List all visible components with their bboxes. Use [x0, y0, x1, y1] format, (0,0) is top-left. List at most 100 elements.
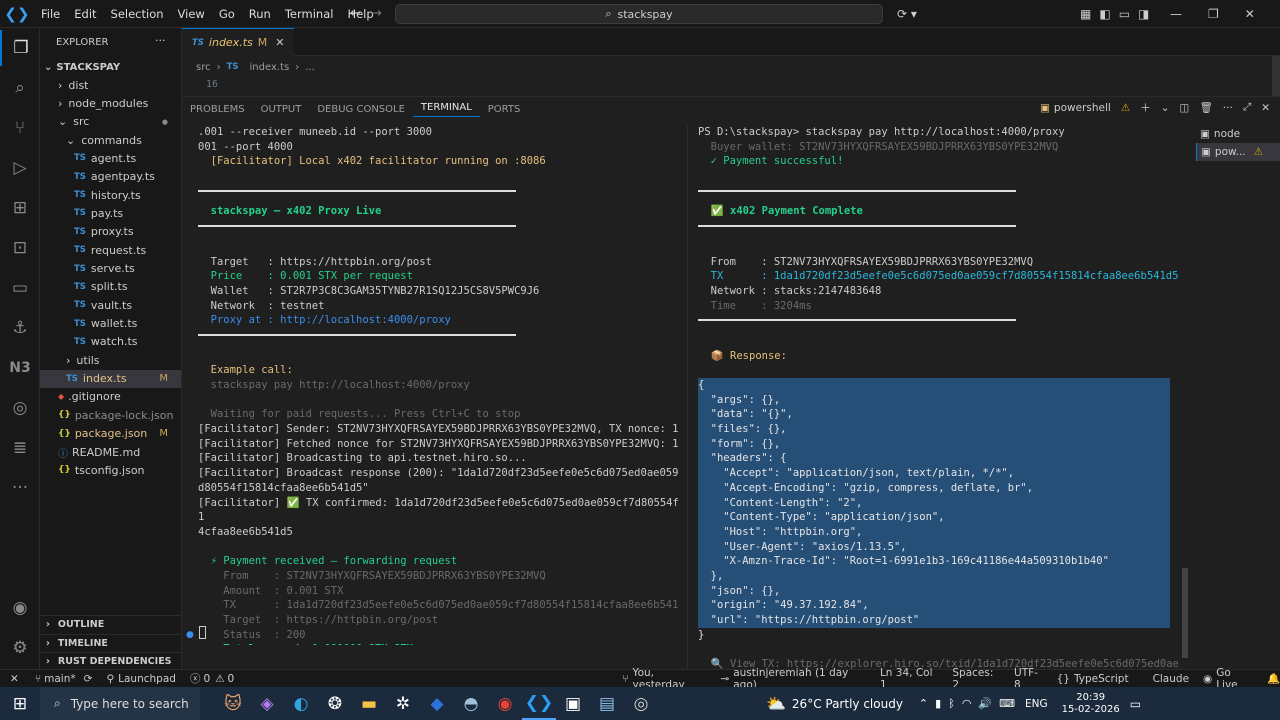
menu-view[interactable]: View	[171, 7, 212, 21]
network-icon[interactable]: ◠	[962, 697, 972, 710]
file-tree-item[interactable]: {} package-lock.json	[40, 406, 181, 424]
file-tree-item[interactable]: TS wallet.ts	[40, 315, 181, 333]
steam-icon[interactable]: ◓	[454, 687, 488, 720]
windows-start-icon[interactable]: ⊞	[0, 687, 40, 720]
copilot-icon[interactable]: ⟳ ▾	[897, 7, 917, 21]
section-rust-dependencies[interactable]: › RUST DEPENDENCIES	[40, 652, 181, 669]
split-terminal-icon[interactable]: ◫	[1180, 102, 1190, 114]
terminal-left[interactable]: .001 --receiver muneeb.id --port 3000 001…	[198, 125, 678, 645]
remote-explorer-icon[interactable]: ⊡	[0, 230, 40, 266]
minimize-icon[interactable]: —	[1170, 7, 1182, 21]
bell-icon[interactable]: 🔔	[1267, 672, 1280, 685]
workspace-root[interactable]: ⌄ STACKSPAY	[40, 58, 181, 76]
customize-layout-icon[interactable]: ▦	[1080, 7, 1091, 21]
menu-go[interactable]: Go	[212, 7, 242, 21]
run-debug-icon[interactable]: ▷	[0, 150, 40, 186]
terminal-list-item[interactable]: ▣ pow... ⚠	[1196, 143, 1280, 161]
shell-label[interactable]: powershell	[1054, 102, 1111, 114]
forward-icon[interactable]: →	[371, 6, 382, 21]
error-count[interactable]: 0	[203, 673, 210, 685]
folder-icon[interactable]: ▭	[0, 270, 40, 306]
close-tab-icon[interactable]: ✕	[275, 36, 284, 49]
editor-scrollbar[interactable]	[1272, 56, 1280, 96]
file-tree-item[interactable]: TS watch.ts	[40, 333, 181, 351]
file-explorer-icon[interactable]: ▬	[352, 687, 386, 720]
claude-label[interactable]: Claude	[1153, 673, 1189, 685]
launchpad-label[interactable]: Launchpad	[118, 673, 176, 685]
terminal-list-item[interactable]: ▣ node	[1196, 125, 1280, 143]
explorer-icon[interactable]: ❐	[0, 30, 40, 66]
app-blue-icon[interactable]: ◆	[420, 687, 454, 720]
file-tree-item[interactable]: {} package.json M	[40, 425, 181, 443]
menu-terminal[interactable]: Terminal	[278, 7, 341, 21]
tab-problems[interactable]: PROBLEMS	[182, 104, 253, 115]
chrome-icon[interactable]: ◉	[488, 687, 522, 720]
menu-selection[interactable]: Selection	[104, 7, 171, 21]
file-tree-item[interactable]: ◆ .gitignore	[40, 388, 181, 406]
chevron-down-icon[interactable]: ⌄	[1161, 102, 1170, 114]
github-icon[interactable]: ◎	[0, 390, 40, 426]
file-tree-item[interactable]: TS agent.ts	[40, 149, 181, 167]
back-icon[interactable]: ←	[350, 6, 361, 21]
tab-terminal[interactable]: TERMINAL	[412, 102, 480, 117]
warning-count[interactable]: 0	[228, 673, 235, 685]
chatgpt-icon[interactable]: ❂	[318, 687, 352, 720]
file-tree-item[interactable]: ⌄ commands	[40, 131, 181, 149]
file-tree-item[interactable]: TS serve.ts	[40, 260, 181, 278]
weather[interactable]: 26°C Partly cloudy	[792, 697, 903, 711]
terminal-right[interactable]: PS D:\stackspay> stackspay pay http://lo…	[698, 125, 1178, 669]
tab-index-ts[interactable]: TS index.ts M ✕	[182, 28, 295, 56]
file-tree-item[interactable]: TS agentpay.ts	[40, 168, 181, 186]
file-tree-item[interactable]: › dist	[40, 76, 181, 94]
n3-icon[interactable]: N3	[0, 350, 40, 386]
file-tree-item[interactable]: ⓘ README.md	[40, 443, 181, 461]
volume-icon[interactable]: 🔊	[978, 697, 992, 710]
file-tree-item[interactable]: TS history.ts	[40, 186, 181, 204]
menu-run[interactable]: Run	[242, 7, 278, 21]
settings-gear-icon[interactable]: ⚙	[0, 630, 40, 666]
close-window-icon[interactable]: ✕	[1245, 7, 1255, 21]
file-tree-item[interactable]: TS proxy.ts	[40, 223, 181, 241]
terminal-scrollbar[interactable]	[1182, 568, 1188, 658]
notepad-icon[interactable]: ▤	[590, 687, 624, 720]
new-terminal-icon[interactable]: ＋	[1140, 100, 1151, 115]
menu-edit[interactable]: Edit	[67, 7, 103, 21]
trash-icon[interactable]: 🗑	[1199, 101, 1212, 114]
maximize-icon[interactable]: ❐	[1208, 7, 1219, 21]
more-icon[interactable]: ···	[0, 470, 40, 506]
extensions-icon[interactable]: ⊞	[0, 190, 40, 226]
explorer-more-icon[interactable]: ···	[155, 34, 166, 47]
battery-icon[interactable]: ▮	[935, 697, 941, 710]
remote-icon[interactable]: ✕	[0, 673, 29, 685]
command-center-search[interactable]: ⌕ stackspay	[395, 4, 883, 24]
obs-icon[interactable]: ◎	[624, 687, 658, 720]
file-tree-item[interactable]: › node_modules	[40, 94, 181, 112]
vscode-taskbar-icon[interactable]: ❮❯	[522, 687, 556, 720]
tab-debug-console[interactable]: DEBUG CONSOLE	[309, 104, 413, 115]
toggle-panel-icon[interactable]: ▭	[1119, 7, 1130, 21]
file-tree-item[interactable]: TS index.ts M	[40, 369, 181, 388]
copilot-app-icon[interactable]: ◈	[250, 687, 284, 720]
maximize-panel-icon[interactable]: ⤢	[1243, 101, 1251, 114]
database-icon[interactable]: ≣	[0, 430, 40, 466]
tab-ports[interactable]: PORTS	[480, 104, 529, 115]
app-cat-icon[interactable]: 🐱	[216, 687, 250, 720]
toggle-secondary-sidebar-icon[interactable]: ◨	[1138, 7, 1149, 21]
taskbar-search[interactable]: ⌕ Type here to search	[40, 687, 200, 720]
sync-icon[interactable]: ⟳	[84, 673, 93, 685]
notifications-icon[interactable]: ▭	[1130, 697, 1141, 711]
bluetooth-icon[interactable]: ᛒ	[948, 697, 955, 710]
anchor-icon[interactable]: ⚓	[0, 310, 40, 346]
language-mode[interactable]: TypeScript	[1074, 673, 1129, 685]
terminal-split-divider[interactable]	[687, 125, 688, 669]
file-tree-item[interactable]: TS pay.ts	[40, 204, 181, 222]
file-tree-item[interactable]: {} tsconfig.json	[40, 461, 181, 479]
clock[interactable]: 20:39 15-02-2026	[1062, 692, 1120, 716]
more-icon[interactable]: ···	[1223, 102, 1233, 114]
branch-name[interactable]: main*	[44, 673, 76, 685]
close-panel-icon[interactable]: ✕	[1261, 102, 1270, 114]
section-outline[interactable]: › OUTLINE	[40, 615, 181, 633]
file-tree-item[interactable]: TS vault.ts	[40, 296, 181, 314]
search-view-icon[interactable]: ⌕	[0, 70, 40, 106]
toggle-sidebar-icon[interactable]: ◧	[1099, 7, 1110, 21]
